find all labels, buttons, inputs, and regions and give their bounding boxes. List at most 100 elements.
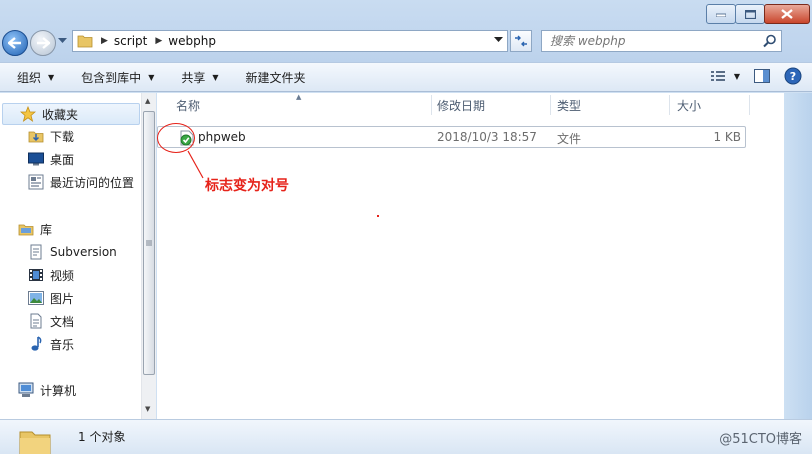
help-icon: ? (784, 67, 802, 85)
sidebar-item-desktop[interactable]: 桌面 (0, 148, 74, 170)
include-in-library-menu[interactable]: 包含到库中 ▼ (64, 63, 164, 91)
search-input[interactable] (542, 34, 752, 48)
desktop-icon (28, 151, 44, 167)
sidebar-item-computer[interactable]: 计算机 (0, 379, 76, 401)
column-divider[interactable] (550, 95, 551, 115)
minimize-icon (716, 13, 726, 17)
sidebar-item-label: 下载 (50, 129, 75, 144)
sort-ascending-icon: ▲ (296, 93, 302, 101)
column-divider[interactable] (669, 95, 670, 115)
column-divider[interactable] (749, 95, 750, 115)
sidebar-item-documents[interactable]: 文档 (0, 310, 74, 332)
navigation-scrollbar[interactable]: ▲ ▼ (141, 93, 156, 419)
share-menu[interactable]: 共享 ▼ (164, 63, 228, 91)
status-bar: 1 个对象 @51CTO博客 (0, 419, 812, 454)
file-modified-date: 2018/10/3 18:57 (437, 130, 537, 144)
file-list-pane: ▲ 名称 修改日期 类型 大小 phpweb 2018/10/3 18:57 文… (157, 93, 784, 419)
sidebar-item-label: 计算机 (40, 383, 77, 398)
sidebar-item-label: 图片 (50, 291, 75, 306)
organize-menu[interactable]: 组织 ▼ (0, 63, 64, 91)
preview-pane-icon (754, 69, 770, 83)
close-icon (781, 9, 793, 19)
view-controls: ▼ ? (696, 67, 802, 85)
column-header-size[interactable]: 大小 (677, 93, 701, 117)
annotation-arrow-line (187, 150, 204, 179)
breadcrumb-separator-icon: ▶ (101, 36, 108, 46)
sidebar-item-subversion[interactable]: Subversion (0, 241, 117, 263)
chevron-down-icon: ▼ (48, 72, 55, 82)
document-icon (28, 313, 44, 329)
window-controls (706, 4, 810, 24)
grip-icon (146, 240, 152, 246)
sidebar-item-recent-places[interactable]: 最近访问的位置 (0, 171, 134, 193)
scrollbar-thumb[interactable] (143, 111, 155, 375)
column-header-type[interactable]: 类型 (557, 93, 581, 117)
computer-icon (18, 382, 34, 398)
arrow-right-icon (37, 37, 50, 49)
forward-button[interactable] (30, 30, 56, 56)
new-folder-button[interactable]: 新建文件夹 (229, 63, 316, 91)
sidebar-item-label: 文档 (50, 314, 75, 329)
document-library-icon (28, 244, 44, 260)
sidebar-item-label: 收藏夹 (42, 107, 79, 122)
column-header-label: 大小 (677, 98, 702, 113)
sidebar-item-downloads[interactable]: 下载 (0, 125, 74, 147)
command-bar: 组织 ▼ 包含到库中 ▼ 共享 ▼ 新建文件夹 ▼ ? (0, 62, 812, 92)
maximize-button[interactable] (735, 4, 765, 24)
column-header-modified[interactable]: 修改日期 (437, 93, 485, 117)
help-button[interactable]: ? (784, 67, 802, 85)
search-icon[interactable] (763, 34, 777, 48)
preview-pane-button[interactable] (754, 69, 770, 83)
annotation-circle (157, 123, 195, 153)
file-type: 文件 (557, 132, 582, 146)
sidebar-item-libraries[interactable]: 库 (0, 218, 52, 240)
scroll-down-icon[interactable]: ▼ (145, 405, 150, 413)
navigation-pane: 收藏夹 下载 桌面 最近访问的位置 库 Subversion 视频 图片 文档 … (0, 93, 156, 419)
include-in-library-label: 包含到库中 (81, 70, 142, 85)
svg-text:?: ? (790, 70, 796, 83)
sidebar-item-label: 最近访问的位置 (50, 175, 135, 190)
column-header-label: 修改日期 (437, 98, 486, 113)
music-note-icon (28, 336, 44, 352)
sidebar-item-label: Subversion (50, 245, 117, 259)
sidebar-item-music[interactable]: 音乐 (0, 333, 74, 355)
table-row[interactable]: phpweb 2018/10/3 18:57 文件 1 KB (157, 126, 746, 148)
change-view-button[interactable]: ▼ (710, 70, 740, 82)
folder-icon (19, 431, 51, 454)
close-button[interactable] (764, 4, 810, 24)
sidebar-item-favorites[interactable]: 收藏夹 (2, 103, 140, 125)
recent-places-icon (28, 174, 44, 190)
picture-icon (28, 290, 44, 306)
item-count: 1 个对象 (78, 430, 126, 444)
watermark-text: @51CTO博客 (719, 432, 802, 447)
chevron-down-icon: ▼ (212, 72, 219, 82)
recent-pages-chevron-icon[interactable] (58, 38, 67, 44)
file-size: 1 KB (713, 130, 741, 144)
column-header-name[interactable]: 名称 (176, 93, 200, 117)
folder-icon (77, 35, 93, 48)
breadcrumb-script[interactable]: script (114, 34, 147, 48)
sidebar-item-label: 视频 (50, 268, 75, 283)
column-header-label: 类型 (557, 98, 582, 113)
scroll-up-icon[interactable]: ▲ (145, 97, 150, 105)
refresh-button[interactable] (510, 30, 532, 52)
column-header-label: 名称 (176, 98, 201, 113)
address-bar[interactable]: ▶ script ▶ webphp (72, 30, 508, 52)
download-folder-icon (28, 128, 44, 144)
sidebar-item-label: 桌面 (50, 152, 75, 167)
view-list-icon (710, 71, 725, 81)
sidebar-item-videos[interactable]: 视频 (0, 264, 74, 286)
sidebar-item-label: 库 (40, 222, 53, 237)
breadcrumb-webphp[interactable]: webphp (168, 34, 216, 48)
arrow-left-icon (8, 37, 21, 49)
minimize-button[interactable] (706, 4, 736, 24)
search-box[interactable] (541, 30, 782, 52)
annotation-label: 标志变为对号 (205, 178, 289, 194)
back-button[interactable] (2, 30, 28, 56)
breadcrumb-separator-icon: ▶ (155, 36, 163, 46)
sidebar-item-pictures[interactable]: 图片 (0, 287, 74, 309)
address-history-chevron-icon[interactable] (494, 37, 503, 43)
file-name: phpweb (198, 130, 246, 144)
annotation-dot (377, 215, 379, 217)
column-divider[interactable] (431, 95, 432, 115)
